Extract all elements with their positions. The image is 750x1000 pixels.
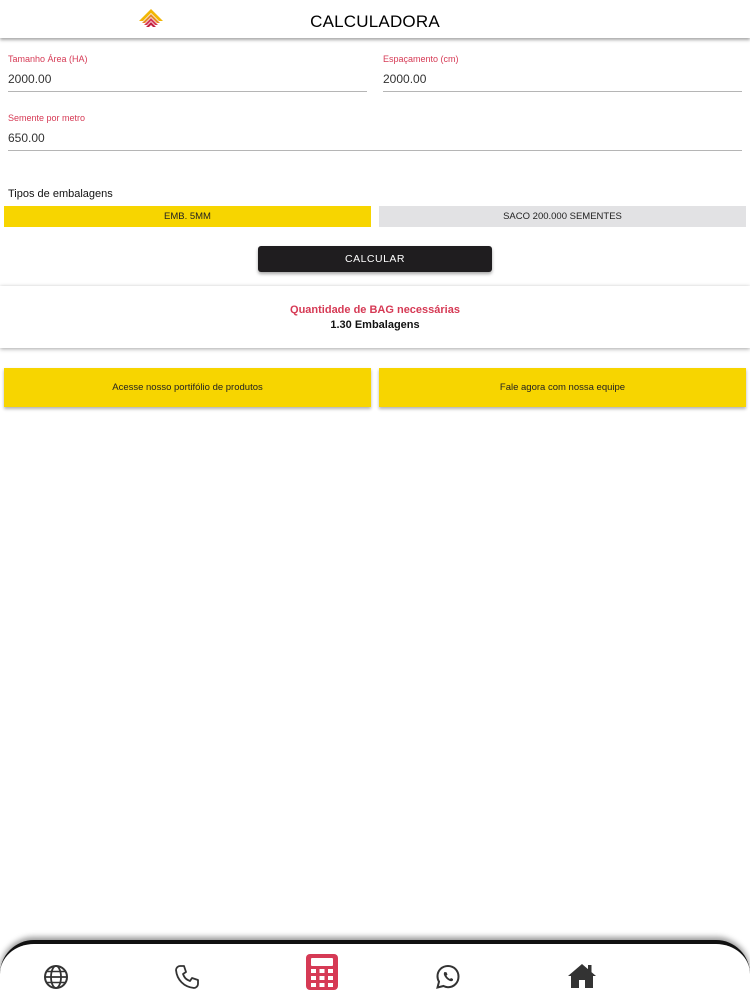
- area-underline: [8, 91, 367, 92]
- nav-phone[interactable]: [171, 962, 203, 992]
- phone-icon: [175, 965, 199, 989]
- packaging-option-emb-5mm[interactable]: EMB. 5MM: [4, 206, 371, 227]
- whatsapp-icon: [436, 964, 460, 989]
- app-header: CALCULADORA: [0, 0, 750, 38]
- packaging-option-saco-200000[interactable]: SACO 200.000 SEMENTES: [379, 206, 746, 227]
- spacing-input[interactable]: [383, 68, 742, 90]
- result-card: Quantidade de BAG necessárias 1.30 Embal…: [0, 286, 750, 348]
- calculate-button[interactable]: CALCULAR: [258, 246, 492, 272]
- nav-calculator[interactable]: [303, 950, 341, 994]
- portfolio-button[interactable]: Acesse nosso portifólio de produtos: [4, 368, 371, 407]
- packaging-title: Tipos de embalagens: [8, 188, 113, 200]
- seeds-underline: [8, 150, 742, 151]
- globe-icon: [44, 965, 68, 989]
- spacing-underline: [383, 91, 742, 92]
- bottom-nav: [0, 940, 750, 1000]
- result-value: 1.30 Embalagens: [330, 319, 420, 331]
- area-input[interactable]: [8, 68, 367, 90]
- page-title: CALCULADORA: [310, 12, 440, 31]
- seeds-label: Semente por metro: [8, 113, 86, 123]
- calculator-icon: [306, 954, 338, 990]
- area-label: Tamanho Área (HA): [8, 54, 88, 64]
- contact-team-button[interactable]: Fale agora com nossa equipe: [379, 368, 746, 407]
- area-field: Tamanho Área (HA): [8, 54, 367, 92]
- seeds-input[interactable]: [8, 127, 742, 149]
- seeds-field: Semente por metro: [8, 113, 742, 151]
- spacing-field: Espaçamento (cm): [383, 54, 742, 92]
- spacing-label: Espaçamento (cm): [383, 54, 459, 64]
- home-icon: [568, 964, 596, 988]
- nav-whatsapp[interactable]: [432, 962, 464, 992]
- nav-globe[interactable]: [40, 962, 72, 992]
- nav-home[interactable]: [565, 960, 599, 992]
- result-title: Quantidade de BAG necessárias: [290, 304, 460, 316]
